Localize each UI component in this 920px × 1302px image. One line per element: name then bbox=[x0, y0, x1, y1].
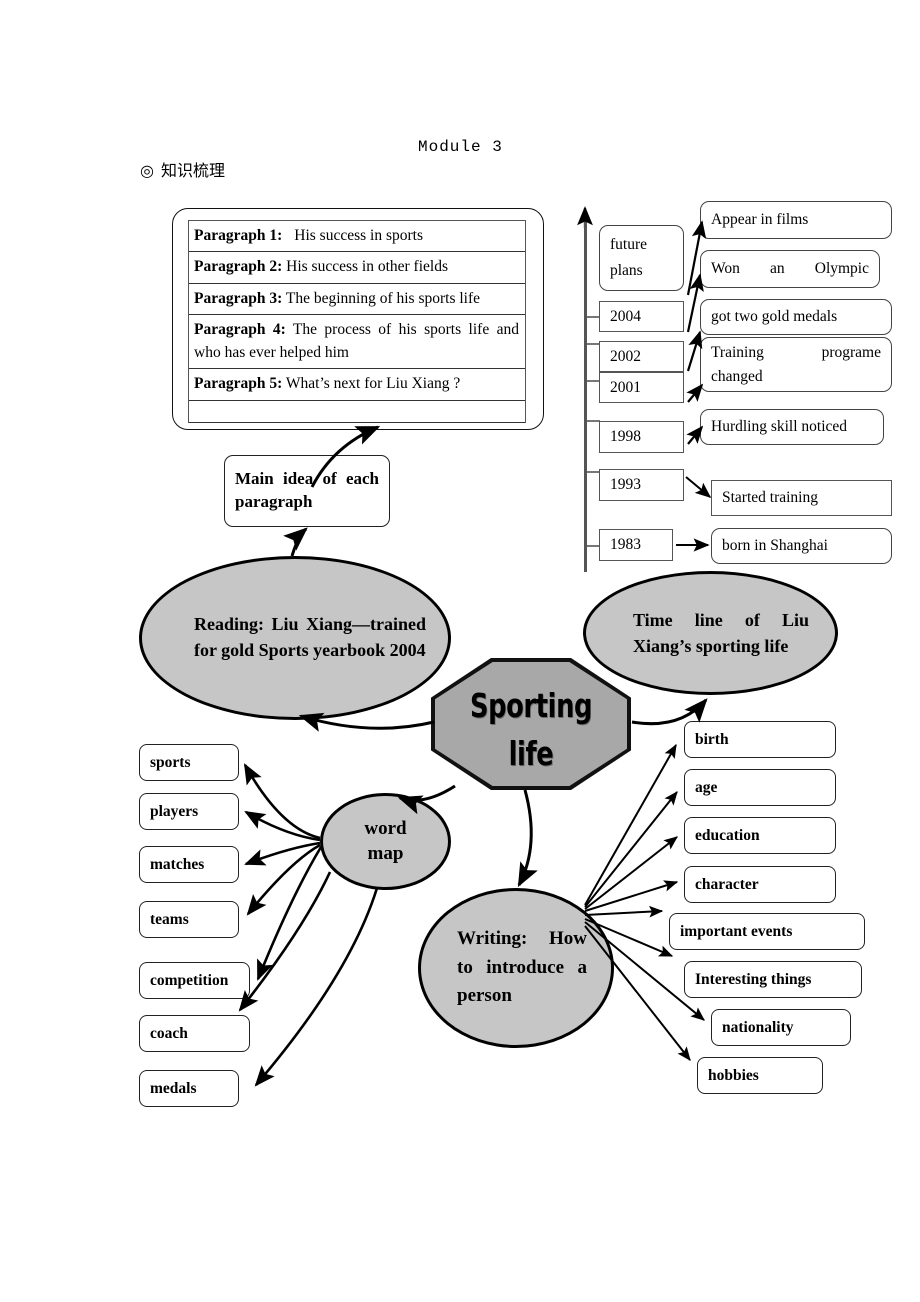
word-map-item-teams: teams bbox=[139, 901, 239, 938]
table-row: Paragraph 3: The beginning of his sports… bbox=[189, 284, 525, 316]
timeline-year-1998-label: 1998 bbox=[610, 428, 641, 445]
word-map-item-medals-label: medals bbox=[150, 1079, 197, 1097]
timeline-year-1983: 1983 bbox=[599, 529, 673, 561]
word-map-item-matches-label: matches bbox=[150, 855, 205, 873]
node-word-map-line2: map bbox=[367, 842, 404, 864]
timeline-event-2-label: got two gold medals bbox=[711, 308, 838, 325]
paragraph-5-label: Paragraph 5: bbox=[194, 375, 283, 393]
writing-item-age-label: age bbox=[695, 778, 718, 796]
word-map-item-coach-label: coach bbox=[150, 1024, 188, 1042]
node-timeline-label: Time line of Liu Xiang’s sporting life bbox=[633, 609, 809, 656]
paragraph-2-text: His success in other fields bbox=[286, 258, 448, 276]
node-center-line2: life bbox=[508, 733, 554, 773]
node-timeline: Time line of Liu Xiang’s sporting life bbox=[583, 571, 838, 695]
main-idea-label: Main idea of each paragraph bbox=[235, 469, 379, 511]
timeline-event-1-label: Won an Olympic bbox=[711, 260, 869, 277]
timeline-year-2004: 2004 bbox=[599, 301, 684, 332]
timeline-event-6-label: born in Shanghai bbox=[722, 537, 828, 554]
timeline-year-future: future plans bbox=[599, 225, 684, 291]
writing-item-interesting-things-label: Interesting things bbox=[695, 970, 812, 988]
word-map-item-medals: medals bbox=[139, 1070, 239, 1107]
table-row: Paragraph 2: His success in other fields bbox=[189, 252, 525, 284]
paragraph-2-label: Paragraph 2: bbox=[194, 258, 283, 276]
timeline-event-3-label: Training programe changed bbox=[711, 344, 881, 385]
node-word-map-line1: word bbox=[364, 817, 407, 839]
diagram-page: Module 3 ◎ 知识梳理 Paragraph 1: His success i… bbox=[0, 0, 920, 1302]
main-idea-box: Main idea of each paragraph bbox=[224, 455, 390, 527]
writing-item-character-label: character bbox=[695, 875, 759, 893]
writing-item-nationality-label: nationality bbox=[722, 1018, 794, 1036]
timeline-event-4-label: Hurdling skill noticed bbox=[711, 418, 848, 435]
writing-item-interesting-things: Interesting things bbox=[684, 961, 862, 998]
paragraph-5-text: What’s next for Liu Xiang ? bbox=[285, 375, 461, 393]
table-row-spacer bbox=[189, 401, 525, 423]
timeline-year-future-label: future plans bbox=[610, 235, 648, 279]
timeline-year-2001: 2001 bbox=[599, 372, 684, 403]
timeline-event-5-label: Started training bbox=[722, 489, 818, 506]
timeline-year-1998: 1998 bbox=[599, 421, 684, 453]
timeline-event-started-training: Started training bbox=[711, 480, 892, 516]
table-row: Paragraph 5: What’s next for Liu Xiang ? bbox=[189, 369, 525, 401]
writing-item-hobbies: hobbies bbox=[697, 1057, 823, 1094]
timeline-year-1993-label: 1993 bbox=[610, 476, 641, 493]
timeline-year-1993: 1993 bbox=[599, 469, 684, 501]
timeline-event-training-programe-changed: Training programe changed bbox=[700, 337, 892, 392]
node-word-map: word map bbox=[320, 793, 451, 890]
node-writing: Writing: How to introduce a person bbox=[418, 888, 614, 1048]
paragraph-3-text: The beginning of his sports life bbox=[285, 289, 481, 307]
word-map-item-players-label: players bbox=[150, 802, 199, 820]
paragraph-table: Paragraph 1: His success in sports Paragr… bbox=[188, 220, 526, 423]
timeline-year-1983-label: 1983 bbox=[610, 536, 641, 553]
timeline-event-0-label: Appear in films bbox=[711, 211, 809, 228]
node-reading-label: Reading: Liu Xiang—trained for gold Spor… bbox=[194, 614, 426, 660]
word-map-item-sports-label: sports bbox=[150, 753, 191, 771]
timeline-event-two-gold-medals: got two gold medals bbox=[700, 299, 892, 335]
node-center-line1: Sporting bbox=[469, 686, 593, 725]
timeline-event-born-in-shanghai: born in Shanghai bbox=[711, 528, 892, 564]
timeline-axis bbox=[584, 212, 587, 572]
table-row: Paragraph 1: His success in sports bbox=[189, 221, 525, 253]
writing-item-education: education bbox=[684, 817, 836, 854]
paragraph-3-label: Paragraph 3: bbox=[194, 289, 283, 307]
timeline-year-2002-label: 2002 bbox=[610, 347, 641, 365]
word-map-item-players: players bbox=[139, 793, 239, 830]
word-map-item-sports: sports bbox=[139, 744, 239, 781]
writing-item-education-label: education bbox=[695, 826, 760, 844]
paragraph-1-text: His success in sports bbox=[294, 227, 423, 244]
timeline-event-hurdling-skill-noticed: Hurdling skill noticed bbox=[700, 409, 884, 445]
writing-item-hobbies-label: hobbies bbox=[708, 1066, 759, 1084]
timeline-event-appear-in-films: Appear in films bbox=[700, 201, 892, 239]
bullet-icon: ◎ bbox=[140, 161, 154, 180]
writing-item-birth: birth bbox=[684, 721, 836, 758]
writing-item-character: character bbox=[684, 866, 836, 903]
word-map-item-matches: matches bbox=[139, 846, 239, 883]
section-heading-label: 知识梳理 bbox=[160, 161, 225, 180]
word-map-item-teams-label: teams bbox=[150, 910, 189, 928]
page-title: Module 3 bbox=[418, 138, 503, 156]
writing-item-important-events: important events bbox=[669, 913, 865, 950]
writing-item-important-events-label: important events bbox=[680, 922, 793, 940]
node-center-label: Sporting life bbox=[453, 682, 609, 778]
timeline-event-won-an-olympic: Won an Olympic bbox=[700, 250, 880, 288]
timeline-year-2004-label: 2004 bbox=[610, 307, 641, 325]
timeline-year-2002: 2002 bbox=[599, 341, 684, 372]
word-map-item-competition: competition bbox=[139, 962, 250, 999]
writing-item-age: age bbox=[684, 769, 836, 806]
section-heading: ◎ 知识梳理 bbox=[140, 157, 225, 181]
writing-item-birth-label: birth bbox=[695, 730, 729, 748]
node-reading: Reading: Liu Xiang—trained for gold Spor… bbox=[139, 556, 451, 720]
paragraph-4-label: Paragraph 4: bbox=[194, 321, 286, 339]
paragraph-1-label: Paragraph 1: bbox=[194, 227, 283, 244]
node-writing-label: Writing: How to introduce a person bbox=[457, 928, 587, 1007]
word-map-item-competition-label: competition bbox=[150, 971, 229, 989]
word-map-item-coach: coach bbox=[139, 1015, 250, 1052]
writing-item-nationality: nationality bbox=[711, 1009, 851, 1046]
table-row: Paragraph 4: The process of his sports l… bbox=[189, 315, 525, 370]
timeline-year-2001-label: 2001 bbox=[610, 378, 641, 396]
